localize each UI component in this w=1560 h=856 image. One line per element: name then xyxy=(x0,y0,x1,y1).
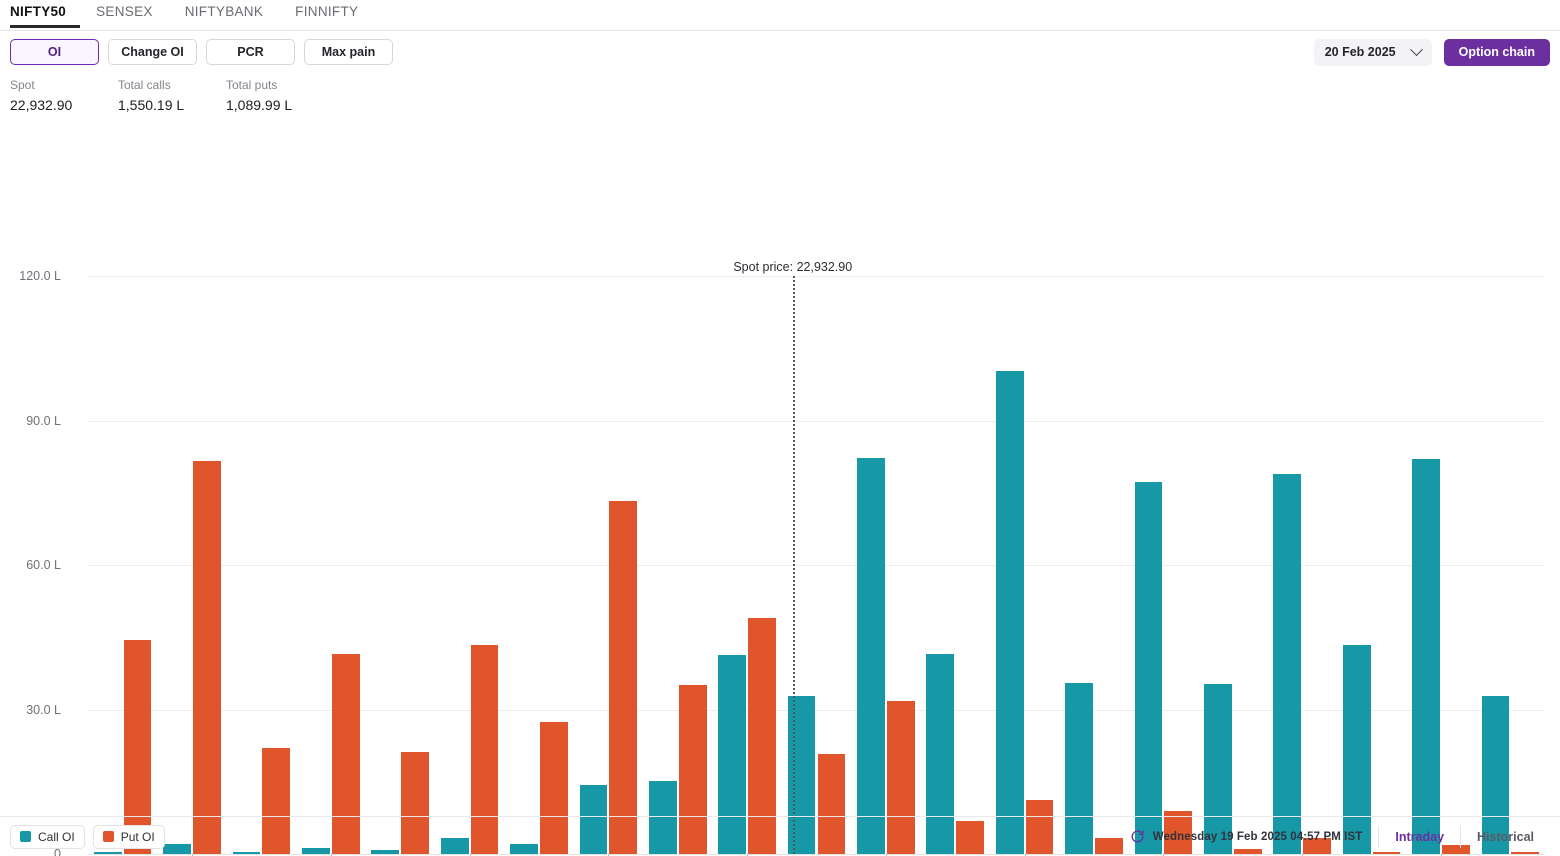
tab-label: SENSEX xyxy=(96,4,153,19)
metric-label: Change OI xyxy=(121,45,184,59)
call-oi-bar[interactable] xyxy=(1412,459,1440,854)
index-tabbar: NIFTY50 SENSEX NIFTYBANK FINNIFTY xyxy=(0,0,1560,31)
stat-label: Total calls xyxy=(118,78,171,92)
metric-button-max-pain[interactable]: Max pain xyxy=(304,39,393,65)
summary-stats: Spot 22,932.90 Total calls 1,550.19 L To… xyxy=(0,73,1560,116)
tab-sensex[interactable]: SENSEX xyxy=(80,0,169,28)
y-axis-tick-label: 90.0 L xyxy=(26,413,61,428)
put-oi-bar[interactable] xyxy=(193,461,221,854)
chevron-down-icon xyxy=(1409,42,1423,56)
mode-button-intraday[interactable]: Intraday xyxy=(1379,826,1460,848)
stat-value: 1,550.19 L xyxy=(118,97,185,113)
footer-right-group: Wednesday 19 Feb 2025 04:57 PM IST Intra… xyxy=(1130,825,1550,849)
stat-value: 1,089.99 L xyxy=(226,97,293,113)
stat-total-calls: Total calls 1,550.19 L xyxy=(118,77,226,116)
expiry-date-select[interactable]: 20 Feb 2025 xyxy=(1313,38,1432,66)
last-updated-timestamp: Wednesday 19 Feb 2025 04:57 PM IST xyxy=(1152,830,1363,843)
y-axis-tick-label: 60.0 L xyxy=(26,558,61,572)
stat-spot: Spot 22,932.90 xyxy=(10,77,118,116)
legend-item-put-oi[interactable]: Put OI xyxy=(92,824,165,849)
chart-legend: Call OI Put OI xyxy=(10,824,165,849)
put-oi-swatch xyxy=(102,831,114,842)
tab-label: FINNIFTY xyxy=(295,4,359,19)
metric-button-pcr[interactable]: PCR xyxy=(206,39,295,65)
tab-nifty50[interactable]: NIFTY50 xyxy=(10,0,81,28)
metric-label: OI xyxy=(47,45,62,59)
tab-label: NIFTYBANK xyxy=(184,4,264,19)
stat-value: 22,932.90 xyxy=(10,97,73,113)
expiry-date-value: 20 Feb 2025 xyxy=(1324,45,1396,59)
option-chain-button[interactable]: Option chain xyxy=(1443,38,1550,66)
grid-line xyxy=(88,565,1545,566)
tab-finnifty[interactable]: FINNIFTY xyxy=(279,0,374,28)
refresh-icon[interactable] xyxy=(1130,829,1145,844)
put-oi-bar[interactable] xyxy=(609,501,638,854)
grid-line xyxy=(88,420,1545,422)
call-oi-bar[interactable] xyxy=(857,458,885,854)
grid-line xyxy=(88,709,1545,711)
y-axis-tick-label: 30.0 L xyxy=(26,702,61,717)
toolbar-right-group: 20 Feb 2025 Option chain xyxy=(1313,38,1550,66)
tab-label: NIFTY50 xyxy=(10,4,67,19)
call-oi-bar[interactable] xyxy=(995,370,1024,854)
call-oi-bar[interactable] xyxy=(1134,482,1163,854)
grid-line xyxy=(88,276,1545,277)
metric-button-oi[interactable]: OI xyxy=(10,39,99,65)
legend-label: Call OI xyxy=(38,829,75,844)
stat-label: Spot xyxy=(10,78,35,92)
spot-price-label: Spot price: 22,932.90 xyxy=(733,260,853,274)
y-axis-tick-label: 120.0 L xyxy=(19,269,61,283)
chart-toolbar: OI Change OI PCR Max pain 20 Feb 2025 Op… xyxy=(0,31,1560,73)
legend-label: Put OI xyxy=(120,829,155,844)
oi-chart: 030.0 L60.0 L90.0 L120.0 L22,50022,60022… xyxy=(0,120,1560,856)
mode-button-historical[interactable]: Historical xyxy=(1461,826,1550,848)
tab-niftybank[interactable]: NIFTYBANK xyxy=(169,0,279,28)
stat-total-puts: Total puts 1,089.99 L xyxy=(226,77,334,116)
spot-price-line xyxy=(792,276,795,854)
option-chain-label: Option chain xyxy=(1458,45,1535,59)
stat-label: Total puts xyxy=(226,78,278,92)
chart-footer: Call OI Put OI Wednesday 19 Feb 2025 04:… xyxy=(0,816,1560,856)
chart-plot-area: 030.0 L60.0 L90.0 L120.0 L22,50022,60022… xyxy=(19,260,1545,856)
call-oi-bar[interactable] xyxy=(1273,474,1302,854)
metric-label: Max pain xyxy=(321,45,376,59)
call-oi-swatch xyxy=(20,831,31,842)
metric-label: PCR xyxy=(237,45,264,59)
legend-item-call-oi[interactable]: Call OI xyxy=(10,824,85,849)
metric-button-change-oi[interactable]: Change OI xyxy=(108,39,197,65)
